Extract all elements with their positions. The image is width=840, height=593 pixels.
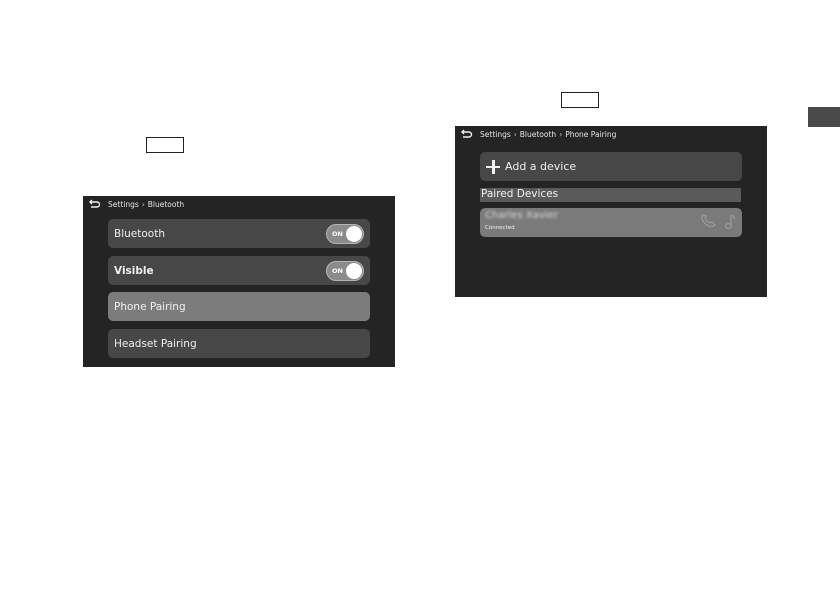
add-device-button[interactable]: Add a device (480, 152, 742, 181)
music-note-icon (724, 214, 736, 230)
phone-pairing-screen: Settings › Bluetooth › Phone Pairing Add a d… (455, 126, 767, 297)
empty-key-box (146, 137, 184, 153)
breadcrumb: Settings › Bluetooth (108, 199, 185, 209)
row-label: Visible (114, 264, 154, 277)
paired-devices-header: Paired Devices (480, 188, 741, 202)
back-arrow-icon (89, 199, 101, 208)
back-arrow-icon (461, 129, 473, 138)
top-bar: Settings › Bluetooth (83, 196, 395, 212)
row-label: Bluetooth (114, 227, 165, 240)
breadcrumb-item: Bluetooth (519, 129, 557, 139)
visible-toggle[interactable]: ON (326, 260, 364, 281)
back-button[interactable] (88, 197, 102, 211)
toggle-knob (346, 225, 362, 242)
chapter-tab (808, 107, 840, 127)
breadcrumb-item: Bluetooth (147, 199, 185, 209)
device-name: Charles Xavier (485, 210, 558, 221)
device-icons (700, 214, 736, 230)
bluetooth-row[interactable]: Bluetooth ON (108, 219, 370, 248)
plus-icon (486, 159, 500, 174)
section-title: Paired Devices (481, 188, 559, 200)
headset-pairing-row[interactable]: Headset Pairing (108, 329, 370, 358)
breadcrumb-item: Settings (480, 129, 511, 139)
add-device-label: Add a device (505, 160, 577, 173)
toggle-state: ON (332, 229, 343, 238)
phone-icon (701, 214, 716, 228)
device-status: Connected (485, 225, 515, 231)
toggle-knob (346, 262, 362, 279)
visible-row[interactable]: Visible ON (108, 256, 370, 285)
empty-key-box (561, 92, 599, 108)
toggle-state: ON (332, 266, 343, 275)
breadcrumb-item: Phone Pairing (565, 129, 617, 139)
bluetooth-settings-screen: Settings › Bluetooth Bluetooth ON Visible … (83, 196, 395, 367)
row-label: Phone Pairing (114, 300, 186, 313)
row-label: Headset Pairing (114, 337, 197, 350)
top-bar: Settings › Bluetooth › Phone Pairing (455, 126, 767, 142)
back-button[interactable] (460, 127, 474, 141)
paired-device-row[interactable]: Charles Xavier Connected (480, 208, 742, 237)
breadcrumb: Settings › Bluetooth › Phone Pairing (480, 129, 617, 139)
breadcrumb-item: Settings (108, 199, 139, 209)
phone-pairing-row[interactable]: Phone Pairing (108, 292, 370, 321)
bluetooth-toggle[interactable]: ON (326, 223, 364, 244)
